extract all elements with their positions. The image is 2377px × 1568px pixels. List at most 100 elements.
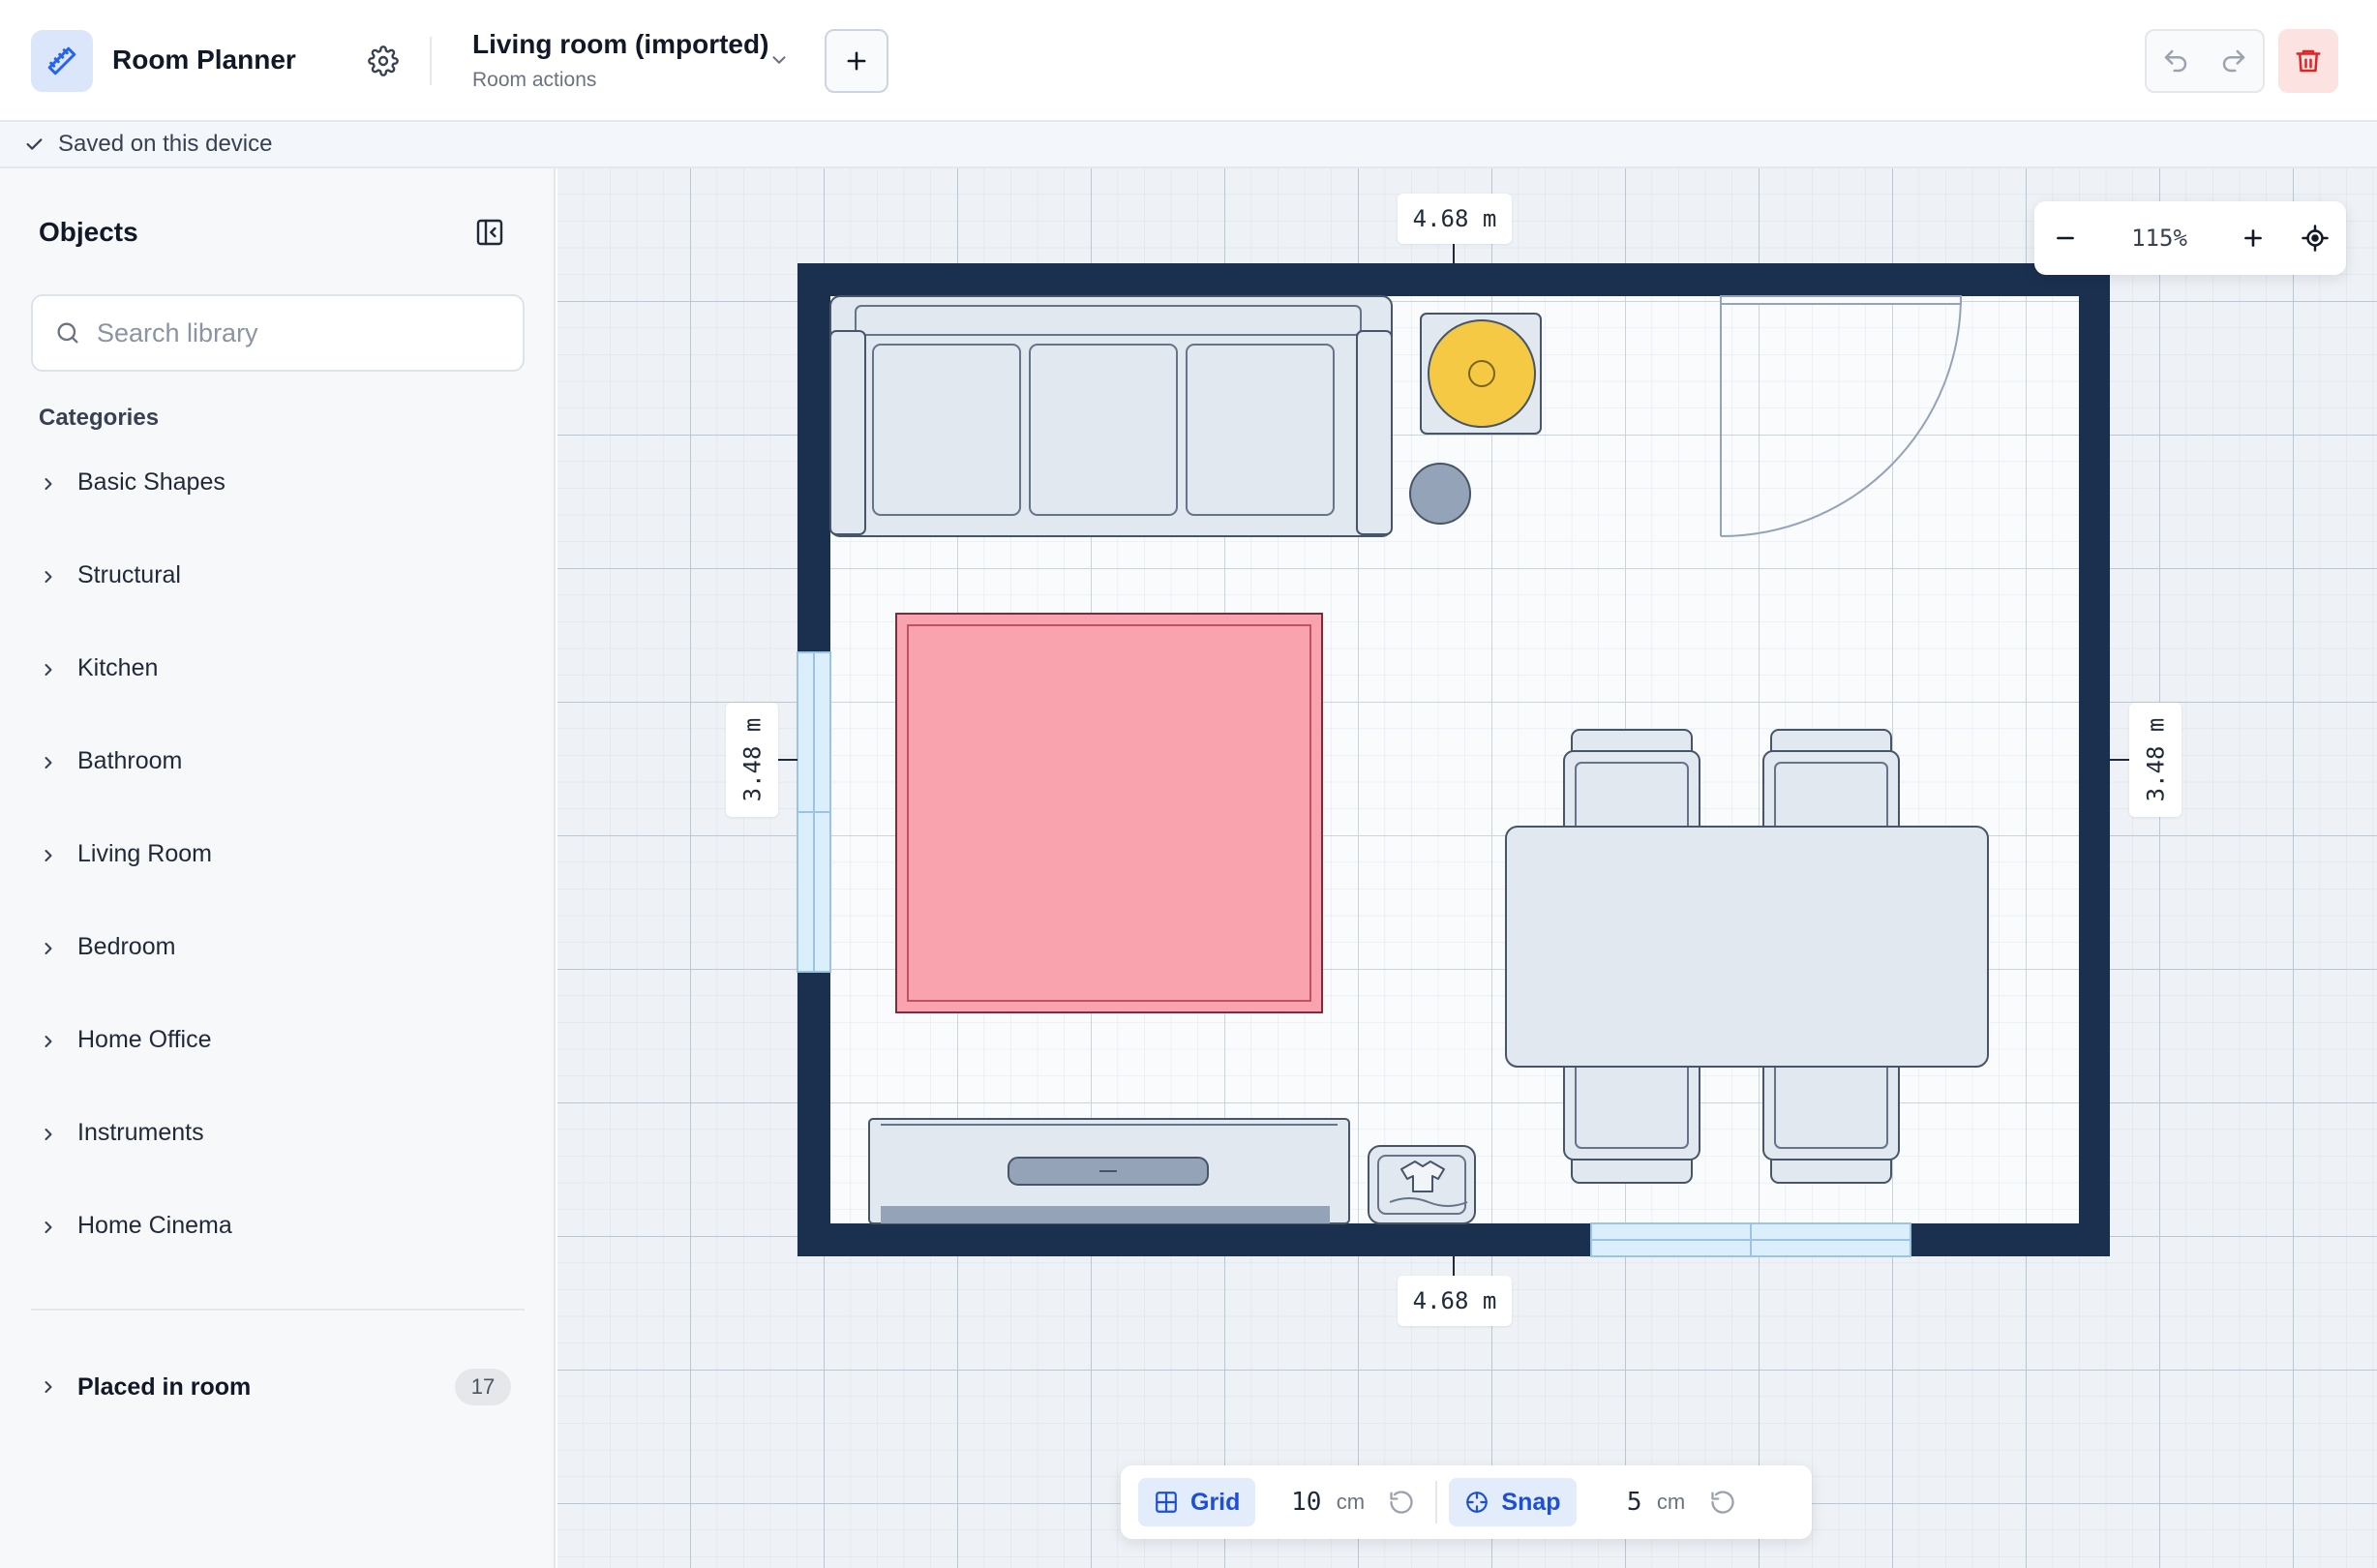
plus-icon: [2244, 229, 2262, 247]
floor-plan-canvas[interactable]: 4.68 m 4.68 m 3.48 m 3.48 m 115% Grid 10…: [557, 168, 2377, 1568]
category-home-cinema[interactable]: Home Cinema: [39, 1202, 523, 1295]
chevron-right-icon: [45, 850, 52, 861]
category-bedroom[interactable]: Bedroom: [39, 923, 523, 1016]
undo-redo-group: [2145, 29, 2265, 93]
search-box[interactable]: [31, 294, 525, 372]
chevron-down-icon: [772, 56, 786, 64]
ruler-icon: [31, 30, 93, 92]
grid-toggle-label: Grid: [1190, 1488, 1241, 1516]
window-bottom: [1590, 1222, 1911, 1257]
categories-heading: Categories: [39, 405, 160, 431]
chevron-right-icon: [45, 757, 52, 769]
check-icon: [26, 138, 43, 150]
chevron-right-icon: [45, 571, 52, 583]
category-label: Home Office: [77, 1026, 212, 1053]
dimension-right-text: 3.48 m: [2142, 717, 2170, 802]
redo-icon: [2222, 49, 2245, 73]
zoom-in-button[interactable]: [2222, 201, 2284, 275]
snap-size-unit: cm: [1656, 1490, 1686, 1514]
snap-size-value[interactable]: 5: [1584, 1488, 1642, 1517]
window-left: [797, 651, 831, 973]
category-basic-shapes[interactable]: Basic Shapes: [39, 459, 523, 552]
room-menu-button[interactable]: [765, 43, 794, 77]
category-label: Living Room: [77, 840, 212, 867]
dimension-bottom: 4.68 m: [1398, 1276, 1512, 1326]
trash-icon: [2296, 49, 2321, 73]
dimension-right: 3.48 m: [2129, 703, 2181, 817]
placed-in-room-toggle[interactable]: Placed in room 17: [39, 1365, 511, 1409]
category-bathroom[interactable]: Bathroom: [39, 738, 523, 830]
room-actions-label[interactable]: Room actions: [472, 69, 596, 92]
chevron-right-icon: [45, 1036, 52, 1047]
undo-icon: [2164, 49, 2187, 73]
search-input[interactable]: [97, 317, 465, 348]
chevron-right-icon: [45, 1381, 52, 1393]
chevron-right-icon: [45, 664, 52, 676]
sidebar-title: Objects: [39, 217, 138, 247]
chevron-right-icon: [45, 478, 52, 490]
dimension-top: 4.68 m: [1398, 194, 1512, 244]
category-instruments[interactable]: Instruments: [39, 1109, 523, 1202]
category-list: Basic Shapes Structural Kitchen Bathroom…: [39, 459, 523, 1295]
placed-count-badge: 17: [455, 1369, 511, 1405]
chevron-right-icon: [45, 1129, 52, 1140]
plus-icon: [847, 51, 866, 71]
top-bar: Room Planner Living room (imported) Room…: [0, 0, 2377, 122]
zoom-level: 115%: [2131, 225, 2187, 252]
dimension-left: 3.48 m: [726, 703, 778, 817]
save-status-bar: Saved on this device: [0, 122, 2377, 168]
category-label: Bathroom: [77, 747, 183, 774]
dimension-left-text: 3.48 m: [738, 717, 767, 802]
dimension-top-text: 4.68 m: [1412, 205, 1497, 232]
grid-snap-toolbar: Grid 10 cm Snap 5 cm: [1121, 1465, 1812, 1539]
collapse-sidebar-button[interactable]: [470, 213, 509, 252]
minus-icon: [2057, 236, 2074, 240]
delete-button[interactable]: [2278, 29, 2338, 93]
placed-in-room-label: Placed in room: [77, 1372, 252, 1401]
header-divider: [430, 37, 432, 85]
stool: [1409, 463, 1471, 525]
sofa: [829, 295, 1393, 537]
category-label: Instruments: [77, 1119, 204, 1146]
category-home-office[interactable]: Home Office: [39, 1016, 523, 1109]
recenter-button[interactable]: [2284, 201, 2346, 275]
zoom-out-button[interactable]: [2034, 201, 2096, 275]
category-label: Structural: [77, 561, 181, 588]
chevron-right-icon: [45, 943, 52, 954]
floor-lamp: [1420, 313, 1542, 435]
grid-size-unit: cm: [1336, 1490, 1366, 1514]
grid-size-value[interactable]: 10: [1263, 1488, 1321, 1517]
add-room-button[interactable]: [825, 29, 888, 93]
grid-reset-button[interactable]: [1379, 1478, 1424, 1526]
room-name[interactable]: Living room (imported): [472, 29, 768, 60]
reset-icon: [1710, 1491, 1734, 1514]
sidebar-divider: [31, 1309, 525, 1311]
rug: [895, 613, 1323, 1013]
category-kitchen[interactable]: Kitchen: [39, 645, 523, 738]
app-title: Room Planner: [112, 45, 296, 75]
settings-button[interactable]: [360, 41, 406, 81]
reset-icon: [1390, 1491, 1414, 1514]
panel-collapse-icon: [476, 219, 503, 246]
zoom-controls: 115%: [2034, 201, 2346, 275]
snap-reset-button[interactable]: [1700, 1478, 1745, 1526]
dimension-bottom-text: 4.68 m: [1412, 1287, 1497, 1314]
floor-plan: [557, 168, 2377, 1568]
undo-button[interactable]: [2147, 31, 2205, 91]
laundry-basket: [1368, 1145, 1476, 1224]
snap-toggle[interactable]: Snap: [1449, 1478, 1577, 1526]
category-label: Basic Shapes: [77, 468, 226, 496]
category-label: Kitchen: [77, 654, 159, 681]
category-label: Bedroom: [77, 933, 176, 960]
grid-icon: [1156, 1492, 1177, 1513]
toolbar-separator: [1435, 1481, 1438, 1523]
tv-stand: [868, 1118, 1350, 1224]
save-status-text: Saved on this device: [58, 131, 273, 157]
redo-button[interactable]: [2205, 31, 2263, 91]
grid-toggle[interactable]: Grid: [1138, 1478, 1256, 1526]
chevron-right-icon: [45, 1221, 52, 1233]
category-living-room[interactable]: Living Room: [39, 830, 523, 923]
category-structural[interactable]: Structural: [39, 552, 523, 645]
gear-icon: [368, 45, 399, 76]
search-icon: [57, 322, 78, 344]
